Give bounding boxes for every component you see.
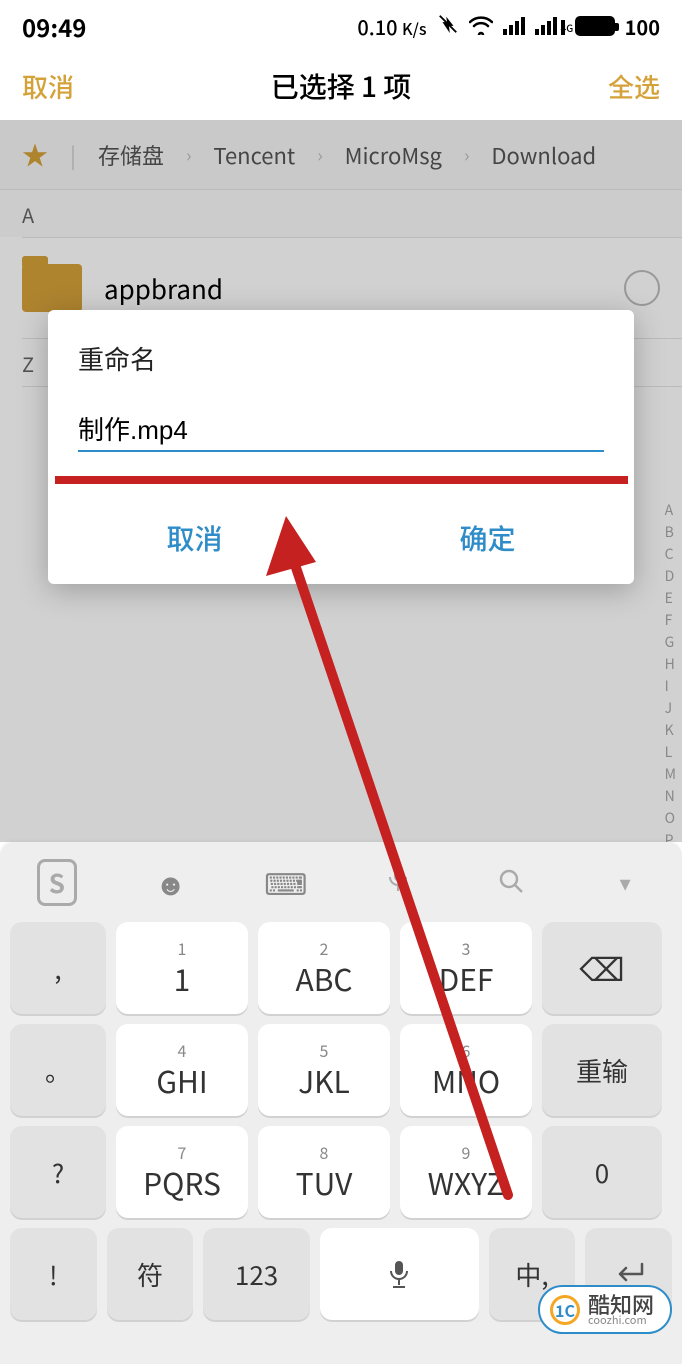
emoji-icon[interactable]: ☻ (150, 860, 190, 904)
mic-icon (384, 1259, 414, 1289)
page-title: 已选择 1 项 (271, 66, 412, 106)
breadcrumb-item[interactable]: MicroMsg (345, 139, 442, 171)
keyboard-toolbar: S ☻ ⌨ ▾ (0, 842, 682, 922)
key-space[interactable] (320, 1228, 479, 1320)
chevron-right-icon: › (186, 142, 191, 168)
rename-dialog: 重命名 取消 确定 (48, 310, 634, 584)
key-6-mno[interactable]: 6MNO (400, 1024, 532, 1116)
signal-icon-2: 4G (535, 17, 565, 35)
dialog-cancel-button[interactable]: 取消 (48, 492, 341, 584)
index-letter[interactable]: M (665, 764, 676, 784)
file-name: appbrand (104, 270, 602, 307)
alpha-index[interactable]: A B C D E F G H I J K L M N O P Q (665, 500, 676, 872)
mic-icon[interactable] (378, 863, 418, 901)
index-letter[interactable]: E (665, 588, 676, 608)
net-speed: 0.10 K/s (357, 12, 426, 41)
key-backspace[interactable]: ⌫ (542, 922, 662, 1014)
breadcrumb-divider: | (70, 139, 76, 171)
index-letter[interactable]: J (665, 698, 676, 718)
key-symbol[interactable]: , (10, 922, 106, 1014)
key-5-jkl[interactable]: 5JKL (258, 1024, 390, 1116)
watermark: 1C 酷知网 coozhi.com (538, 1285, 672, 1334)
section-header: A (0, 190, 682, 237)
select-all-button[interactable]: 全选 (608, 68, 660, 105)
key-9-wxyz[interactable]: 9WXYZ (400, 1126, 532, 1218)
watermark-sub: coozhi.com (588, 1315, 654, 1326)
index-letter[interactable]: G (665, 632, 676, 652)
selection-header: 取消 已选择 1 项 全选 (0, 52, 682, 120)
wifi-icon (469, 12, 493, 41)
keyboard-switch-icon[interactable]: ⌨ (264, 860, 304, 904)
key-1[interactable]: 11 (116, 922, 248, 1014)
dialog-ok-button[interactable]: 确定 (341, 492, 634, 584)
key-symbol[interactable]: ! (10, 1228, 97, 1320)
breadcrumb-item[interactable]: Tencent (213, 139, 295, 171)
folder-icon (22, 264, 82, 312)
dialog-title: 重命名 (48, 310, 634, 397)
sogou-logo-icon[interactable]: S (37, 859, 77, 906)
key-4-ghi[interactable]: 4GHI (116, 1024, 248, 1116)
watermark-icon: 1C (550, 1295, 580, 1325)
index-letter[interactable]: F (665, 610, 676, 630)
battery-level: 100 (625, 12, 660, 41)
rename-input[interactable] (78, 407, 604, 452)
search-icon[interactable] (491, 860, 531, 904)
key-0[interactable]: 0 (542, 1126, 662, 1218)
index-letter[interactable]: O (665, 808, 676, 828)
star-icon[interactable]: ★ (22, 136, 48, 173)
key-2-abc[interactable]: 2ABC (258, 922, 390, 1014)
index-letter[interactable]: C (665, 544, 676, 564)
breadcrumb-item[interactable]: 存储盘 (98, 139, 164, 171)
key-8-tuv[interactable]: 8TUV (258, 1126, 390, 1218)
key-symbol[interactable]: 。 (10, 1024, 106, 1116)
key-123[interactable]: 123 (203, 1228, 310, 1320)
selection-radio[interactable] (624, 270, 660, 306)
key-sym[interactable]: 符 (107, 1228, 194, 1320)
key-3-def[interactable]: 3DEF (400, 922, 532, 1014)
index-letter[interactable]: N (665, 786, 676, 806)
index-letter[interactable]: A (665, 500, 676, 520)
chevron-right-icon: › (464, 142, 469, 168)
enter-icon (612, 1262, 646, 1286)
key-reenter[interactable]: 重输 (542, 1024, 662, 1116)
key-7-pqrs[interactable]: 7PQRS (116, 1126, 248, 1218)
index-letter[interactable]: I (665, 676, 676, 696)
breadcrumb-item[interactable]: Download (491, 139, 596, 171)
index-letter[interactable]: B (665, 522, 676, 542)
cancel-button[interactable]: 取消 (22, 68, 74, 105)
collapse-keyboard-icon[interactable]: ▾ (605, 866, 645, 898)
key-symbol[interactable]: ? (10, 1126, 106, 1218)
chevron-right-icon: › (317, 142, 322, 168)
breadcrumb: ★ | 存储盘 › Tencent › MicroMsg › Download (0, 120, 682, 190)
index-letter[interactable]: D (665, 566, 676, 586)
index-letter[interactable]: L (665, 742, 676, 762)
mute-icon (437, 12, 459, 41)
index-letter[interactable]: H (665, 654, 676, 674)
battery-icon (575, 16, 615, 36)
signal-icon-1 (503, 17, 525, 35)
status-time: 09:49 (22, 9, 86, 44)
index-letter[interactable]: K (665, 720, 676, 740)
status-right: 0.10 K/s 4G 100 (357, 12, 660, 41)
status-bar: 09:49 0.10 K/s 4G 100 (0, 0, 682, 52)
